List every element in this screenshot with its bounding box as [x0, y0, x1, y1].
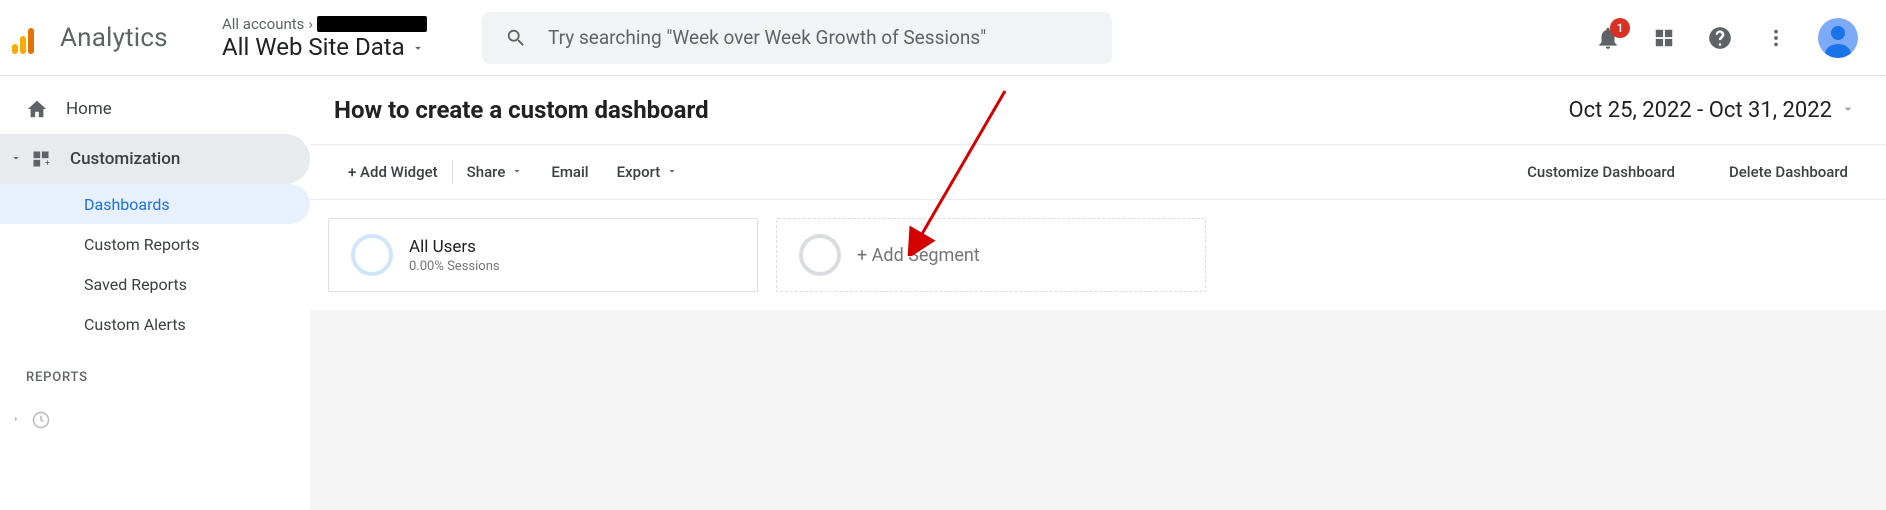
account-breadcrumb-prefix: All accounts	[222, 15, 304, 33]
segment-ring-icon	[351, 234, 393, 276]
segments-row: All Users 0.00% Sessions + Add Segment	[310, 200, 1886, 310]
view-picker[interactable]: All Web Site Data	[222, 33, 462, 61]
nav-customization[interactable]: + Customization	[0, 134, 310, 184]
product-logo-cluster: Analytics	[12, 22, 212, 54]
nav-customization-label: Customization	[70, 149, 180, 169]
nav-custom-reports[interactable]: Custom Reports	[0, 224, 310, 264]
nav-saved-reports[interactable]: Saved Reports	[0, 264, 310, 304]
add-widget-label: + Add Widget	[348, 163, 438, 181]
caret-down-icon	[411, 33, 425, 61]
add-widget-button[interactable]: + Add Widget	[334, 145, 452, 199]
caret-down-icon	[10, 149, 22, 169]
nav-home-label: Home	[66, 99, 112, 119]
email-label: Email	[551, 163, 588, 181]
nav-custom-alerts-label: Custom Alerts	[84, 315, 186, 334]
account-name-redacted	[317, 16, 427, 32]
more-vert-icon[interactable]	[1762, 24, 1790, 52]
chevron-right-icon: ›	[308, 15, 313, 33]
search-input[interactable]	[548, 26, 1092, 49]
clock-icon	[30, 409, 52, 431]
nav-dashboards[interactable]: Dashboards	[0, 184, 310, 224]
nav-saved-reports-label: Saved Reports	[84, 275, 187, 294]
segment-name: All Users	[409, 237, 500, 257]
nav-dashboards-label: Dashboards	[84, 195, 170, 214]
add-segment-button[interactable]: + Add Segment	[776, 218, 1206, 292]
caret-down-icon	[666, 163, 678, 181]
segment-all-users[interactable]: All Users 0.00% Sessions	[328, 218, 758, 292]
date-range-text: Oct 25, 2022 - Oct 31, 2022	[1568, 98, 1832, 123]
notification-badge: 1	[1610, 18, 1630, 38]
gallery-icon[interactable]	[1650, 24, 1678, 52]
reports-section-header: REPORTS	[0, 344, 310, 395]
page-title-row: How to create a custom dashboard Oct 25,…	[310, 76, 1886, 144]
email-button[interactable]: Email	[537, 145, 602, 199]
caret-down-icon	[1840, 98, 1856, 123]
product-name: Analytics	[60, 23, 168, 53]
segment-subtext: 0.00% Sessions	[409, 259, 500, 274]
main-area: How to create a custom dashboard Oct 25,…	[310, 76, 1886, 510]
notifications-icon[interactable]: 1	[1594, 24, 1622, 52]
delete-dashboard-label: Delete Dashboard	[1729, 163, 1848, 181]
search-box[interactable]	[482, 12, 1112, 64]
view-name: All Web Site Data	[222, 33, 405, 61]
account-breadcrumb: All accounts ›	[222, 15, 462, 33]
help-icon[interactable]	[1706, 24, 1734, 52]
search-wrap	[482, 12, 1112, 64]
home-icon	[26, 98, 48, 120]
left-nav: Home + Customization Dashboards Custom R…	[0, 76, 310, 510]
date-range-picker[interactable]: Oct 25, 2022 - Oct 31, 2022	[1568, 98, 1856, 123]
segment-ring-placeholder-icon	[799, 234, 841, 276]
nav-custom-alerts[interactable]: Custom Alerts	[0, 304, 310, 344]
export-label: Export	[617, 163, 661, 181]
delete-dashboard-button[interactable]: Delete Dashboard	[1715, 163, 1862, 181]
dashboard-toolbar: + Add Widget Share Email Export Customiz…	[310, 144, 1886, 200]
caret-right-icon	[10, 410, 22, 430]
search-icon	[502, 24, 530, 52]
caret-down-icon	[511, 163, 523, 181]
nav-custom-reports-label: Custom Reports	[84, 235, 199, 254]
svg-text:+: +	[45, 159, 50, 169]
header-icon-tray: 1	[1594, 18, 1862, 58]
account-view-selector[interactable]: All accounts › All Web Site Data	[222, 15, 462, 61]
share-label: Share	[467, 163, 506, 181]
nav-realtime[interactable]	[0, 395, 310, 445]
nav-home[interactable]: Home	[0, 84, 310, 134]
account-avatar[interactable]	[1818, 18, 1858, 58]
page-title: How to create a custom dashboard	[334, 96, 709, 124]
customization-icon: +	[30, 148, 52, 170]
analytics-logo-icon	[12, 22, 44, 54]
share-button[interactable]: Share	[453, 145, 538, 199]
export-button[interactable]: Export	[603, 145, 693, 199]
add-segment-label: + Add Segment	[857, 245, 980, 266]
customize-dashboard-label: Customize Dashboard	[1527, 163, 1675, 181]
customize-dashboard-button[interactable]: Customize Dashboard	[1513, 163, 1689, 181]
app-header: Analytics All accounts › All Web Site Da…	[0, 0, 1886, 76]
